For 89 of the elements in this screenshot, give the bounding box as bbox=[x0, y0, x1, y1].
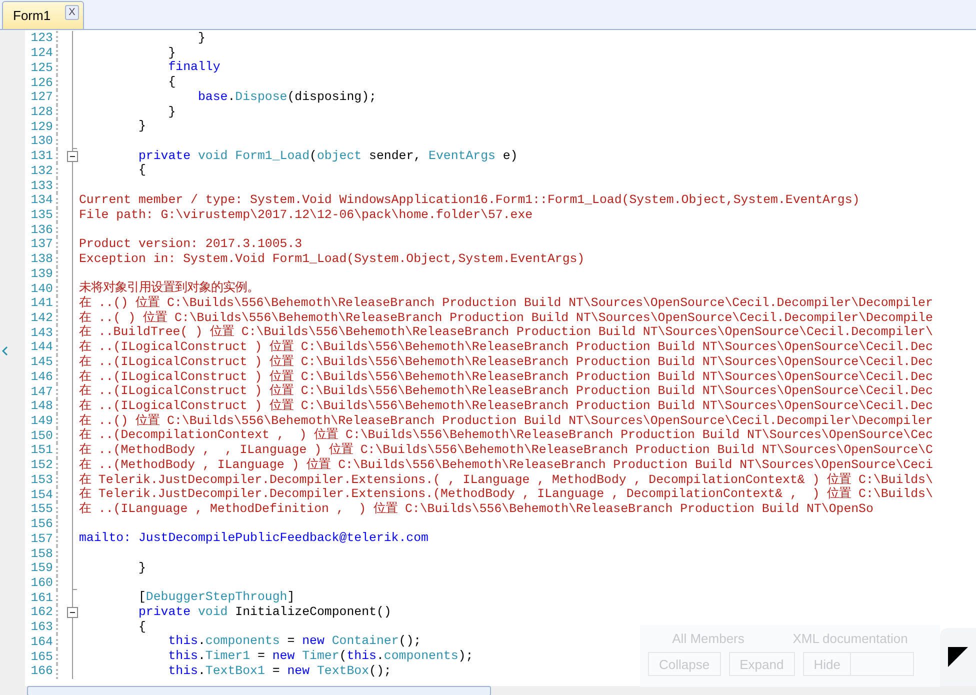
error-message-line: 在 ..(ILogicalConstruct ) 位置 C:\Builds\556\Behemoth\ReleaseBranch Production Build NT\Sources\OpenSource\Cecil.Dec bbox=[79, 340, 933, 354]
error-message-line: 在 ..() 位置 C:\Builds\556\Behemoth\ReleaseBranch Production Build NT\Sources\OpenSource\Cecil.Decompiler\Decompiler bbox=[79, 296, 933, 310]
scrollbar-thumb[interactable] bbox=[27, 686, 491, 695]
line-number: 145 bbox=[30, 355, 53, 370]
line-number: 132 bbox=[30, 164, 53, 178]
expand-left-icon[interactable] bbox=[2, 346, 8, 356]
collapse-icon[interactable] bbox=[67, 607, 78, 618]
line-number: 166 bbox=[30, 664, 53, 678]
code-line: this.Timer1 = new Timer(this.components); bbox=[167, 649, 474, 664]
code-line: private void Form1_Load(object sender, EventArgs e) bbox=[137, 148, 518, 164]
error-message-line: 在 ..(ILogicalConstruct ) 位置 C:\Builds\556\Behemoth\ReleaseBranch Production Build NT\Sources\OpenSource\Cecil.Dec bbox=[79, 398, 933, 414]
line-number: 147 bbox=[30, 384, 53, 399]
error-message-line: 未将对象引用设置到对象的实例。 bbox=[79, 281, 259, 296]
error-message-line: 在 Telerik.JustDecompiler.Decompiler.Extensions.( , ILanguage , MethodBody , DecompilationContext& ) 位置 C:\Builds\ bbox=[79, 472, 933, 487]
line-number: 124 bbox=[30, 46, 53, 60]
tab-label: Form1 bbox=[13, 8, 51, 23]
line-number: 141 bbox=[30, 296, 53, 310]
line-number: 142 bbox=[30, 311, 53, 326]
line-number: 162 bbox=[30, 605, 53, 620]
line-number: 131 bbox=[30, 149, 53, 164]
line-number: 159 bbox=[30, 561, 53, 576]
line-number: 156 bbox=[30, 517, 53, 532]
error-message-line: Product version: 2017.3.1005.3 bbox=[79, 237, 302, 252]
line-number: 151 bbox=[30, 443, 53, 458]
error-message-line: 在 ..(DecompilationContext , ) 位置 C:\Builds\556\Behemoth\ReleaseBranch Production Build NT\Sources\OpenSource\Cec bbox=[79, 428, 933, 442]
error-message-line: 在 ..(ILogicalConstruct ) 位置 C:\Builds\556\Behemoth\ReleaseBranch Production Build NT\Sources\OpenSource\Cecil.Dec bbox=[79, 370, 933, 384]
error-message-line: 在 ..(MethodBody , ILanguage ) 位置 C:\Builds\556\Behemoth\ReleaseBranch Production Build NT\Sources\OpenSource\Ceci bbox=[79, 458, 933, 472]
line-number: 136 bbox=[30, 222, 53, 237]
code-line: base.Dispose(disposing); bbox=[196, 90, 376, 105]
line-number: 127 bbox=[30, 90, 53, 104]
line-number: 139 bbox=[30, 266, 53, 281]
line-number: 148 bbox=[30, 399, 53, 414]
line-number: 134 bbox=[30, 193, 53, 208]
error-message-line: Current member / type: System.Void WindowsApplication16.Form1::Form1_Load(System.Object,System.EventArgs) bbox=[79, 192, 860, 208]
line-number: 125 bbox=[30, 60, 53, 75]
code-line: this.TextBox1 = new TextBox(); bbox=[167, 664, 392, 679]
error-message-line: File path: G:\virustemp\2017.12\12-06\pack\home.folder\57.exe bbox=[79, 208, 533, 222]
collapse-icon[interactable] bbox=[67, 150, 78, 162]
error-message-line: 在 ..(MethodBody , , ILanguage ) 位置 C:\Builds\556\Behemoth\ReleaseBranch Production Build NT\Sources\OpenSource\C bbox=[79, 443, 933, 458]
line-number: 123 bbox=[30, 31, 53, 46]
code-line: { bbox=[137, 620, 146, 634]
error-message-line: 在 ..(ILogicalConstruct ) 位置 C:\Builds\556\Behemoth\ReleaseBranch Production Build NT\Sources\OpenSource\Cecil.Dec bbox=[79, 384, 933, 398]
line-number: 144 bbox=[30, 340, 53, 354]
document-tab[interactable]: Form1 X bbox=[2, 1, 84, 29]
line-number: 143 bbox=[30, 326, 53, 340]
error-message-line: 在 Telerik.JustDecompiler.Decompiler.Extensions.(MethodBody , ILanguage , DecompilationContext& , ) 位置 C:\Builds\ bbox=[79, 487, 933, 502]
code-line: finally bbox=[167, 60, 220, 76]
line-number: 150 bbox=[30, 428, 53, 443]
line-number: 129 bbox=[30, 120, 53, 134]
line-number: 158 bbox=[30, 546, 53, 561]
error-message-line: Exception in: System.Void Form1_Load(System.Object,System.EventArgs) bbox=[79, 252, 585, 267]
line-number: 161 bbox=[30, 590, 53, 605]
line-number: 164 bbox=[30, 634, 53, 649]
code-line: } bbox=[167, 104, 176, 120]
error-message-line: 在 ..(ILanguage , MethodDefinition , ) 位置 C:\Builds\556\Behemoth\ReleaseBranch Production Build NT\OpenSo bbox=[79, 502, 874, 517]
error-message-line: 在 ..() 位置 C:\Builds\556\Behemoth\ReleaseBranch Production Build NT\Sources\OpenSource\Cecil.Decompiler\Decompiler bbox=[79, 414, 933, 428]
line-number: 163 bbox=[30, 620, 53, 634]
line-number: 152 bbox=[30, 458, 53, 472]
line-number: 130 bbox=[30, 134, 53, 148]
line-number: 157 bbox=[30, 532, 53, 546]
line-number: 149 bbox=[30, 414, 53, 428]
line-number: 160 bbox=[30, 576, 53, 590]
line-number: 133 bbox=[30, 178, 53, 193]
error-message-line: 在 ..(ILogicalConstruct ) 位置 C:\Builds\556\Behemoth\ReleaseBranch Production Build NT\Sources\OpenSource\Cecil.Dec bbox=[79, 354, 933, 370]
code-line: { bbox=[167, 75, 176, 90]
line-number: 137 bbox=[30, 237, 53, 252]
code-line: { bbox=[137, 163, 146, 178]
code-line: this.components = new Container(); bbox=[167, 634, 422, 650]
line-number: 140 bbox=[30, 282, 53, 296]
line-number: 126 bbox=[30, 76, 53, 90]
email-link[interactable]: mailto: JustDecompilePublicFeedback@telerik.com bbox=[79, 531, 428, 546]
line-number: 138 bbox=[30, 252, 53, 266]
line-number: 154 bbox=[30, 488, 53, 502]
code-line: } bbox=[137, 560, 146, 576]
line-number: 146 bbox=[30, 370, 53, 384]
line-number: 155 bbox=[30, 502, 53, 516]
line-number: 165 bbox=[30, 650, 53, 664]
line-number: 153 bbox=[30, 472, 53, 487]
triangle-icon[interactable] bbox=[948, 647, 968, 667]
error-message-line: 在 ..BuildTree( ) 位置 C:\Builds\556\Behemoth\ReleaseBranch Production Build NT\Sources\OpenSource\Cecil.Decompiler\ bbox=[79, 325, 933, 340]
code-line: } bbox=[137, 119, 146, 134]
line-number: 128 bbox=[30, 104, 53, 119]
code-line: } bbox=[196, 31, 206, 46]
tab-close-button[interactable]: X bbox=[64, 5, 80, 20]
line-number: 135 bbox=[30, 208, 53, 222]
code-line: [DebuggerStepThrough] bbox=[137, 590, 295, 606]
code-line: private void InitializeComponent() bbox=[137, 605, 392, 620]
error-message-line: 在 ..( ) 位置 C:\Builds\556\Behemoth\ReleaseBranch Production Build NT\Sources\OpenSource\Cecil.Decompiler\Decompile bbox=[79, 310, 933, 325]
code-line: } bbox=[167, 46, 176, 60]
